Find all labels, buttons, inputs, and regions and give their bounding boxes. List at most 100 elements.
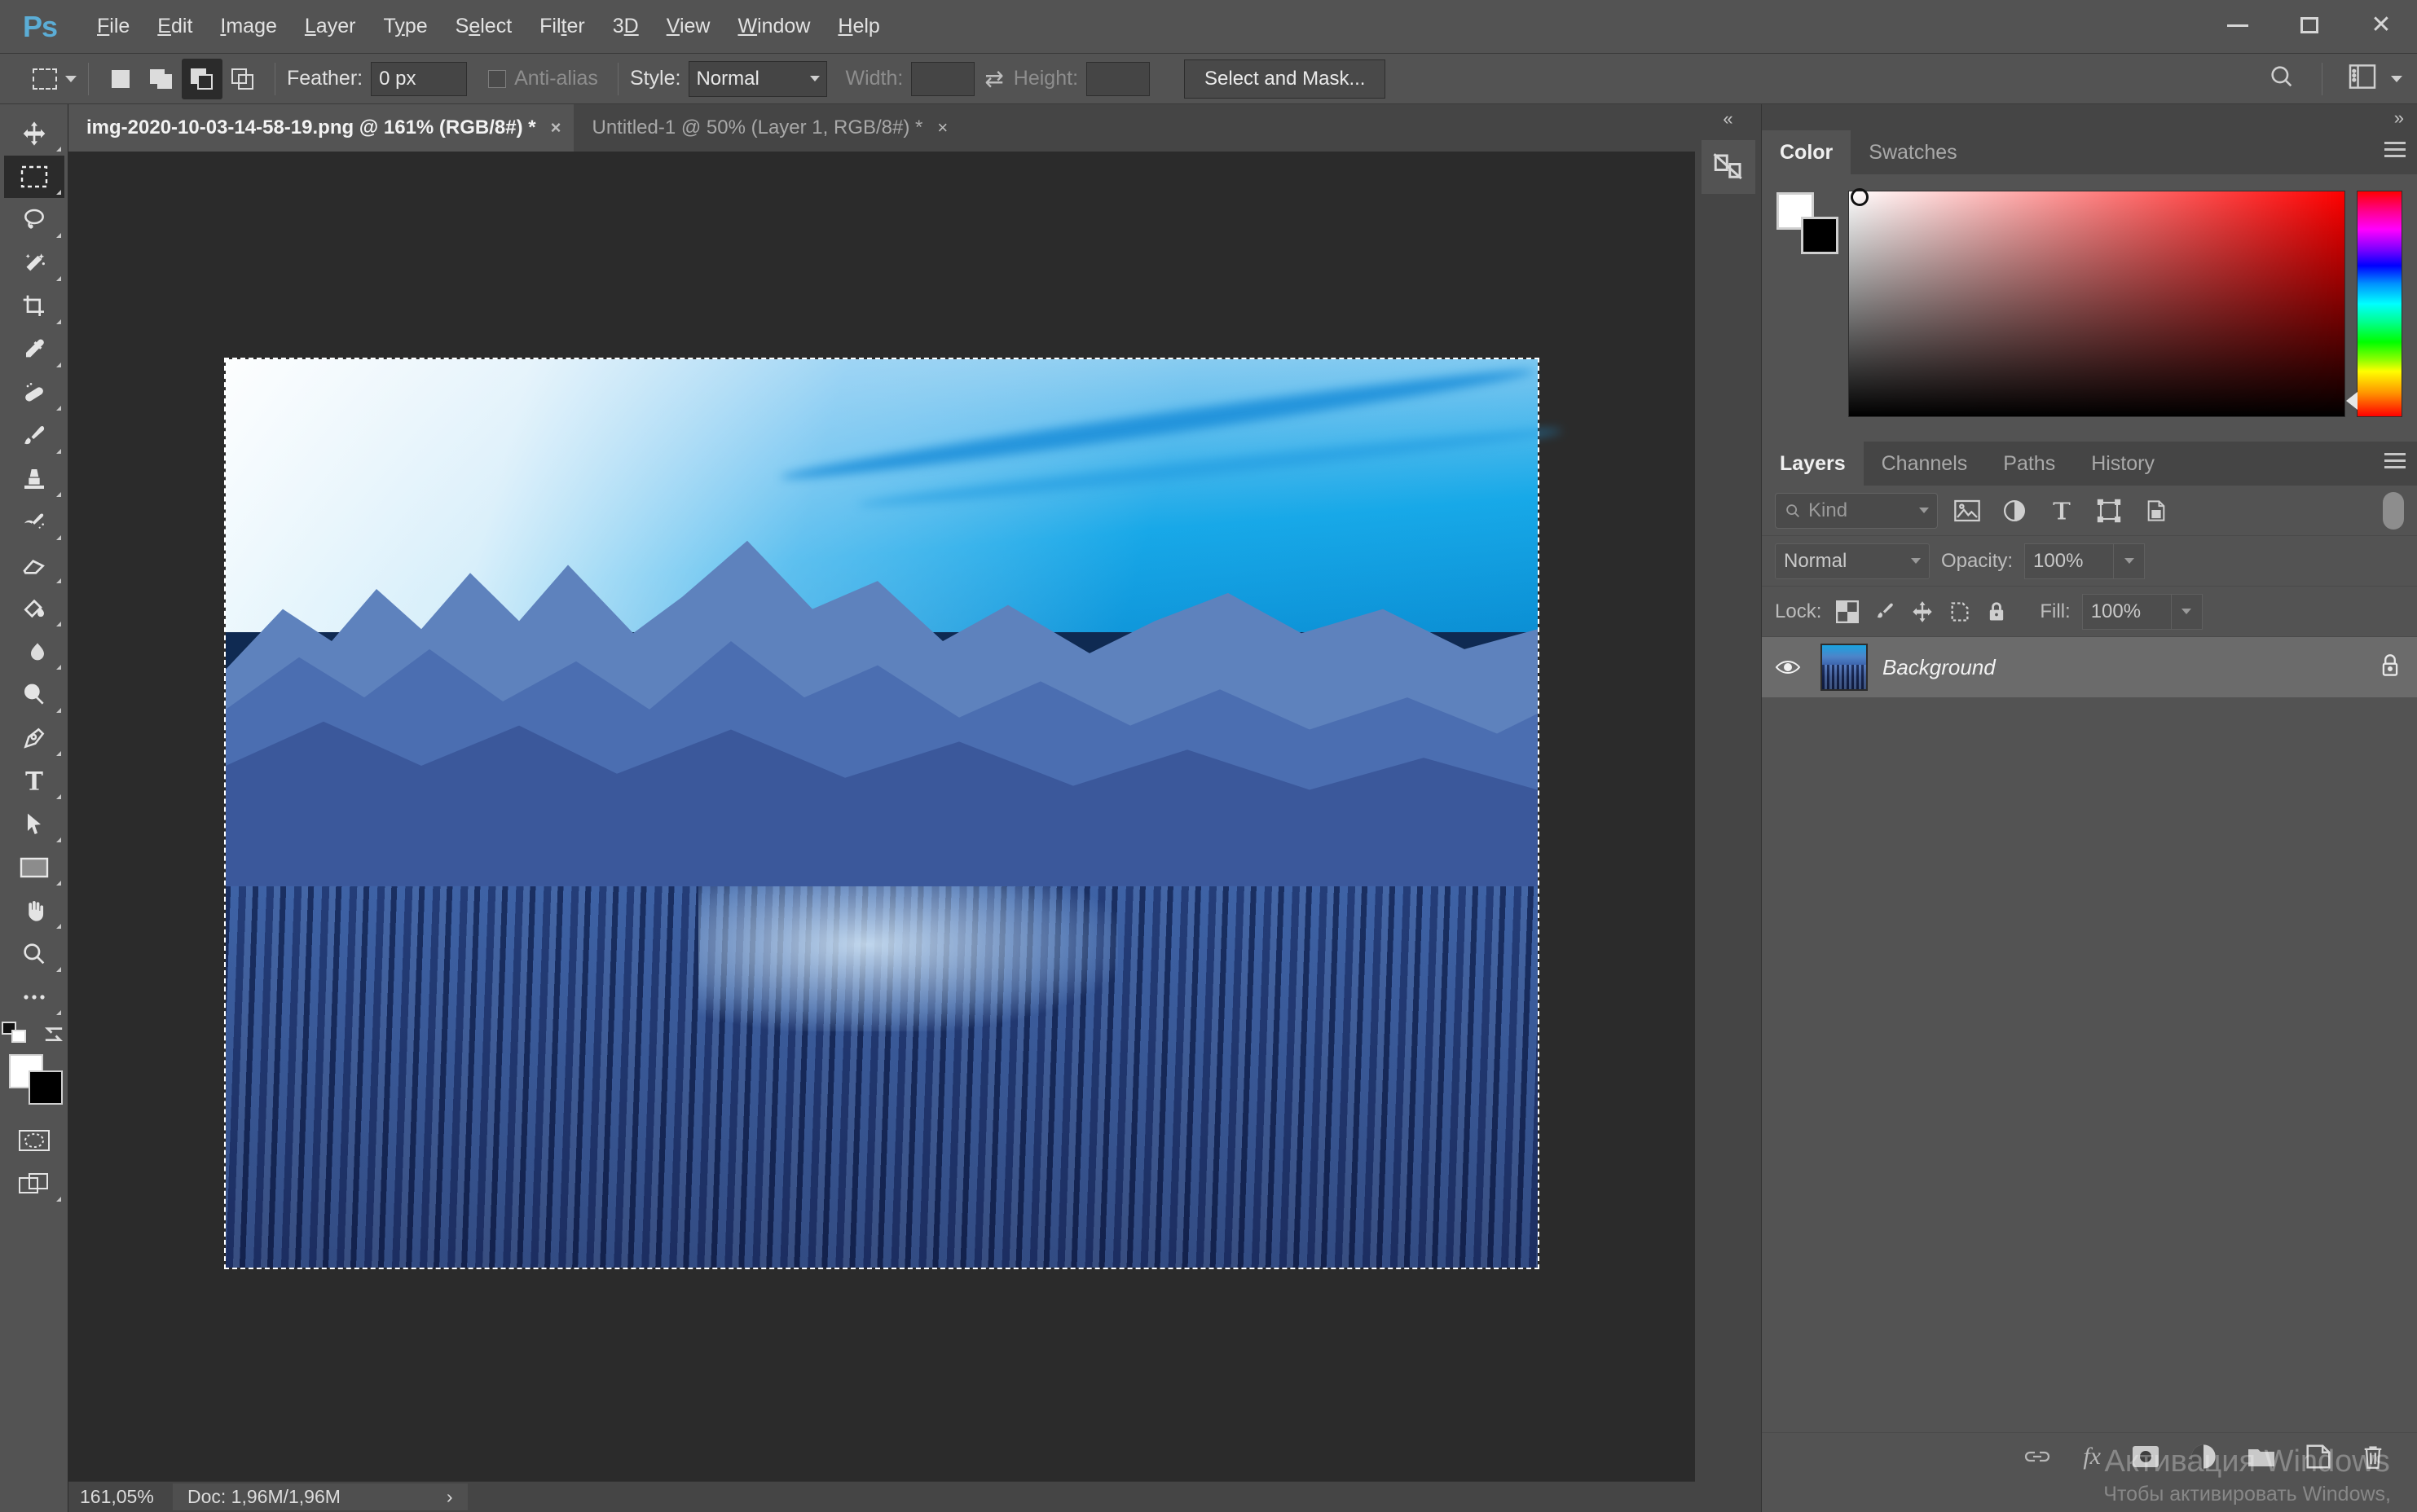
gradient-tool[interactable] [4, 587, 64, 630]
style-select[interactable]: Normal [689, 60, 828, 97]
lock-position-icon[interactable] [1911, 600, 1934, 623]
background-color-swatch[interactable] [28, 1070, 63, 1105]
minimize-button[interactable] [2202, 0, 2274, 51]
spot-healing-brush-tool[interactable] [4, 371, 64, 414]
color-panel-fg-bg-swatch[interactable] [1776, 192, 1838, 257]
collapse-panels-icon[interactable]: « [1695, 104, 1761, 134]
panel-menu-icon[interactable] [2384, 453, 2406, 472]
subtract-from-selection-button[interactable] [182, 58, 222, 99]
crop-tool[interactable] [4, 285, 64, 327]
layer-row-background[interactable]: Background [1762, 637, 2417, 697]
chevron-down-icon[interactable] [65, 75, 77, 82]
document-tab-untitled[interactable]: Untitled-1 @ 50% (Layer 1, RGB/8#) * × [574, 104, 962, 152]
document-tab-active[interactable]: img-2020-10-03-14-58-19.png @ 161% (RGB/… [68, 104, 575, 152]
brush-tool[interactable] [4, 415, 64, 457]
menu-filter[interactable]: Filter [526, 10, 599, 43]
tab-layers[interactable]: Layers [1762, 442, 1864, 486]
tab-color[interactable]: Color [1762, 130, 1851, 174]
color-spectrum-picker[interactable] [1848, 188, 2345, 417]
layer-style-fx-icon[interactable]: fx [2083, 1443, 2101, 1470]
expand-panels-icon[interactable]: » [2394, 108, 2404, 129]
new-selection-button[interactable] [100, 59, 141, 99]
opacity-stepper[interactable] [2114, 543, 2146, 579]
rectangle-tool[interactable] [4, 846, 64, 889]
link-layers-icon[interactable] [2023, 1447, 2052, 1466]
shape-layers-filter-icon[interactable] [2091, 493, 2127, 529]
foreground-background-color-swatch[interactable] [6, 1051, 63, 1106]
layer-kind-filter[interactable]: Kind [1775, 492, 1938, 529]
feather-input[interactable]: 0 px [371, 61, 468, 96]
pixel-layers-filter-icon[interactable] [1949, 493, 1985, 529]
new-layer-icon[interactable] [2306, 1444, 2331, 1469]
anti-alias-checkbox[interactable] [488, 69, 507, 88]
panel-menu-icon[interactable] [2384, 142, 2406, 161]
hand-tool[interactable] [4, 890, 64, 932]
lock-transparent-pixels-icon[interactable] [1836, 600, 1860, 623]
lock-artboard-nesting-icon[interactable] [1948, 600, 1971, 623]
active-tool-preview[interactable] [33, 68, 77, 90]
magic-wand-tool[interactable] [4, 242, 64, 284]
blend-mode-select[interactable]: Normal [1775, 543, 1930, 579]
type-layers-filter-icon[interactable] [2044, 493, 2080, 529]
menu-type[interactable]: Type [369, 10, 441, 43]
filter-enable-toggle[interactable] [2383, 491, 2404, 530]
canvas-image[interactable] [224, 358, 1563, 1269]
fill-input[interactable]: 100% [2081, 593, 2172, 630]
zoom-level-field[interactable]: 161,05% [68, 1486, 173, 1508]
eyedropper-tool[interactable] [4, 328, 64, 371]
delete-layer-icon[interactable] [2362, 1444, 2384, 1470]
new-adjustment-layer-icon[interactable] [2190, 1444, 2217, 1470]
pen-tool[interactable] [4, 717, 64, 759]
width-input[interactable] [911, 61, 975, 96]
menu-edit[interactable]: Edit [143, 10, 206, 43]
add-to-selection-button[interactable] [141, 59, 182, 99]
edit-toolbar-tool[interactable] [4, 976, 64, 1018]
quick-mask-button[interactable] [4, 1119, 64, 1162]
hue-slider-handle[interactable] [2346, 392, 2358, 410]
new-group-icon[interactable] [2248, 1445, 2275, 1468]
menu-view[interactable]: View [653, 10, 724, 43]
color-picker-handle[interactable] [1851, 188, 1869, 206]
close-button[interactable]: ✕ [2345, 0, 2417, 51]
eraser-tool[interactable] [4, 544, 64, 587]
workspace-switcher-icon[interactable] [2349, 64, 2376, 93]
clone-stamp-tool[interactable] [4, 458, 64, 500]
lock-all-icon[interactable] [1986, 600, 2007, 623]
background-color-swatch[interactable] [1801, 217, 1838, 254]
menu-window[interactable]: Window [724, 10, 824, 43]
maximize-button[interactable] [2274, 0, 2345, 51]
fill-stepper[interactable] [2171, 593, 2203, 630]
tab-channels[interactable]: Channels [1864, 442, 1986, 486]
layer-name[interactable]: Background [1882, 655, 1996, 680]
height-input[interactable] [1086, 61, 1151, 96]
layer-visibility-toggle[interactable] [1770, 657, 1806, 677]
blur-tool[interactable] [4, 631, 64, 673]
swap-colors-icon[interactable] [41, 1022, 67, 1045]
adjustment-layers-filter-icon[interactable] [1997, 493, 2032, 529]
select-and-mask-button[interactable]: Select and Mask... [1184, 59, 1386, 99]
libraries-icon[interactable] [1701, 140, 1755, 194]
menu-layer[interactable]: Layer [291, 10, 370, 43]
swap-dimensions-icon[interactable]: ⇄ [984, 65, 1003, 92]
opacity-input[interactable]: 100% [2024, 543, 2115, 579]
menu-help[interactable]: Help [824, 10, 893, 43]
history-brush-tool[interactable] [4, 501, 64, 543]
menu-file[interactable]: File [83, 10, 143, 43]
menu-3d[interactable]: 3D [599, 10, 653, 43]
close-icon[interactable]: × [551, 117, 561, 138]
lasso-tool[interactable] [4, 199, 64, 241]
type-tool[interactable] [4, 760, 64, 802]
layer-thumbnail[interactable] [1820, 644, 1868, 691]
move-tool[interactable] [4, 112, 64, 155]
default-colors-icon[interactable] [1, 1022, 29, 1046]
path-selection-tool[interactable] [4, 803, 64, 846]
zoom-tool[interactable] [4, 933, 64, 975]
tab-swatches[interactable]: Swatches [1851, 130, 1975, 174]
intersect-with-selection-button[interactable] [222, 59, 263, 99]
hue-slider[interactable] [2346, 191, 2402, 417]
canvas-area[interactable] [68, 152, 1695, 1481]
document-info[interactable]: Doc: 1,96M/1,96M › [173, 1483, 468, 1510]
search-icon[interactable] [2268, 63, 2296, 94]
add-layer-mask-icon[interactable] [2132, 1445, 2159, 1468]
chevron-right-icon[interactable]: › [447, 1486, 453, 1508]
